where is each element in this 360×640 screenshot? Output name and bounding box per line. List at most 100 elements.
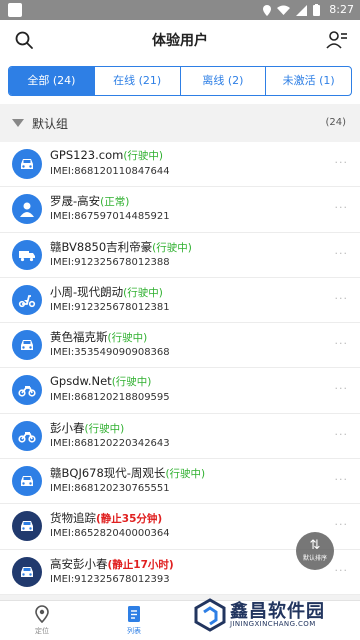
more-options-icon[interactable]: ··· — [335, 201, 349, 214]
device-row[interactable]: 罗晟-高安(正常) IMEI:867597014485921 ··· — [0, 187, 360, 233]
more-options-icon[interactable]: ··· — [335, 156, 349, 169]
device-name: 赣BV8850吉利帝豪 — [50, 239, 153, 254]
device-name: 彭小春 — [50, 420, 85, 435]
device-name: 黄色福克斯 — [50, 330, 108, 345]
device-imei: IMEI:912325678012381 — [50, 301, 170, 313]
group-name: 默认组 — [32, 117, 69, 131]
sort-label: 默认排序 — [302, 555, 327, 562]
device-avatar — [12, 466, 42, 497]
device-status: (静止35分钟) — [96, 513, 163, 526]
more-options-icon[interactable]: ··· — [335, 337, 349, 350]
device-avatar — [12, 511, 42, 542]
device-name: Gpsdw.Net — [50, 374, 112, 389]
more-options-icon[interactable]: ··· — [335, 564, 349, 577]
filter-tabs: 全部 (24) 在线 (21) 离线 (2) 未激活 (1) — [8, 66, 352, 96]
device-imei: IMEI:868120230765551 — [50, 483, 170, 495]
sort-button[interactable]: ⇅ 默认排序 — [296, 532, 334, 570]
more-options-icon[interactable]: ··· — [335, 473, 349, 486]
device-row[interactable]: 赣BQJ678现代-周观长(行驶中) IMEI:868120230765551 ··… — [0, 459, 360, 505]
device-avatar — [12, 375, 42, 406]
more-options-icon[interactable]: ··· — [335, 292, 349, 305]
device-status: (行驶中) — [152, 241, 192, 254]
device-name: GPS123.com — [50, 148, 124, 162]
device-imei: IMEI:865282040000364 — [50, 528, 170, 540]
device-imei: IMEI:912325678012388 — [50, 256, 170, 268]
device-list: GPS123.com(行驶中) IMEI:868120110847644 ··· 罗晟… — [0, 142, 360, 595]
watermark-logo — [194, 598, 226, 632]
device-avatar — [12, 149, 42, 179]
device-imei: IMEI:868120220342643 — [50, 437, 170, 449]
device-row[interactable]: 小周-现代朗动(行驶中) IMEI:912325678012381 ··· — [0, 277, 360, 324]
device-name-line: 赣BQJ678现代-周观长(行驶中) — [50, 465, 205, 481]
device-name-line: GPS123.com(行驶中) — [50, 148, 163, 163]
sort-icon: ⇅ — [309, 538, 321, 553]
device-avatar — [12, 420, 42, 451]
device-name: 小周-现代朗动 — [50, 284, 124, 299]
status-icons — [263, 4, 320, 16]
tab-all[interactable]: 全部 (24) — [9, 67, 94, 95]
device-name-line: 彭小春(行驶中) — [50, 420, 124, 436]
device-name-line: Gpsdw.Net(行驶中) — [50, 374, 151, 389]
nav-location[interactable]: 定位 — [12, 605, 72, 636]
watermark-subtitle: JININGXINCHANG.COM — [230, 620, 316, 628]
device-imei: IMEI:868120218809595 — [50, 392, 170, 404]
device-row[interactable]: Gpsdw.Net(行驶中) IMEI:868120218809595 ··· — [0, 368, 360, 414]
user-manage-icon[interactable] — [326, 30, 348, 50]
device-status: (行驶中) — [123, 286, 163, 299]
device-avatar — [12, 284, 42, 315]
clock: 8:27 — [329, 3, 354, 16]
device-name: 罗晟-高安 — [50, 194, 101, 209]
nav-location-label: 定位 — [35, 627, 49, 635]
device-status: (行驶中) — [165, 468, 206, 481]
device-avatar — [12, 556, 42, 587]
device-imei: IMEI:912325678012393 — [50, 573, 170, 585]
device-name-line: 货物追踪(静止35分钟) — [50, 510, 162, 526]
location-status-icon — [263, 4, 271, 16]
more-options-icon[interactable]: ··· — [335, 247, 349, 260]
more-options-icon[interactable]: ··· — [335, 428, 349, 441]
device-row[interactable]: GPS123.com(行驶中) IMEI:868120110847644 ··· — [0, 142, 360, 188]
group-header[interactable]: 默认组 (24) — [0, 104, 360, 142]
group-count: (24) — [325, 117, 346, 128]
device-name-line: 黄色福克斯(行驶中) — [50, 329, 147, 345]
status-bar: 8:27 — [0, 0, 360, 20]
tab-inactive[interactable]: 未激活 (1) — [265, 67, 351, 95]
device-name-line: 小周-现代朗动(行驶中) — [50, 284, 163, 300]
tab-online[interactable]: 在线 (21) — [93, 67, 180, 95]
device-status: (行驶中) — [111, 376, 152, 389]
device-status: (正常) — [100, 196, 130, 209]
device-imei: IMEI:868120110847644 — [50, 166, 170, 177]
device-row[interactable]: 彭小春(行驶中) IMEI:868120220342643 ··· — [0, 413, 360, 460]
device-avatar — [12, 330, 42, 361]
device-name-line: 罗晟-高安(正常) — [50, 193, 129, 209]
device-name: 赣BQJ678现代-周观长 — [50, 466, 166, 481]
page-title: 体验用户 — [152, 33, 208, 49]
filter-tabs-bar: 全部 (24) 在线 (21) 离线 (2) 未激活 (1) — [0, 60, 360, 104]
device-name-line: 高安彭小春(静止17小时) — [50, 556, 174, 572]
more-options-icon[interactable]: ··· — [335, 382, 349, 395]
nav-list[interactable]: 列表 — [104, 605, 164, 636]
more-options-icon[interactable]: ··· — [335, 518, 349, 531]
device-row[interactable]: 赣BV8850吉利帝豪(行驶中) IMEI:912325678012388 ··· — [0, 232, 360, 278]
watermark: 鑫昌软件园 JININGXINCHANG.COM — [190, 592, 360, 640]
device-status: (行驶中) — [107, 332, 148, 345]
device-name: 高安彭小春 — [50, 556, 108, 571]
list-icon — [128, 606, 140, 622]
device-name: 货物追踪 — [50, 511, 96, 526]
device-imei: IMEI:867597014485921 — [50, 211, 170, 223]
app-notification-icon — [8, 3, 22, 17]
device-avatar — [12, 194, 42, 225]
app-header: 体验用户 — [0, 20, 360, 60]
battery-icon — [313, 4, 320, 16]
device-status: (行驶中) — [84, 422, 125, 435]
device-imei: IMEI:353549090908368 — [50, 347, 170, 359]
wifi-icon — [277, 5, 290, 15]
signal-icon — [296, 4, 307, 16]
device-row[interactable]: 黄色福克斯(行驶中) IMEI:353549090908368 ··· — [0, 323, 360, 369]
tab-offline[interactable]: 离线 (2) — [179, 67, 266, 95]
device-avatar — [12, 239, 42, 270]
device-status: (静止17小时) — [107, 558, 174, 571]
nav-list-label: 列表 — [127, 627, 141, 635]
device-status: (行驶中) — [123, 150, 164, 162]
collapse-triangle-icon — [12, 119, 24, 127]
